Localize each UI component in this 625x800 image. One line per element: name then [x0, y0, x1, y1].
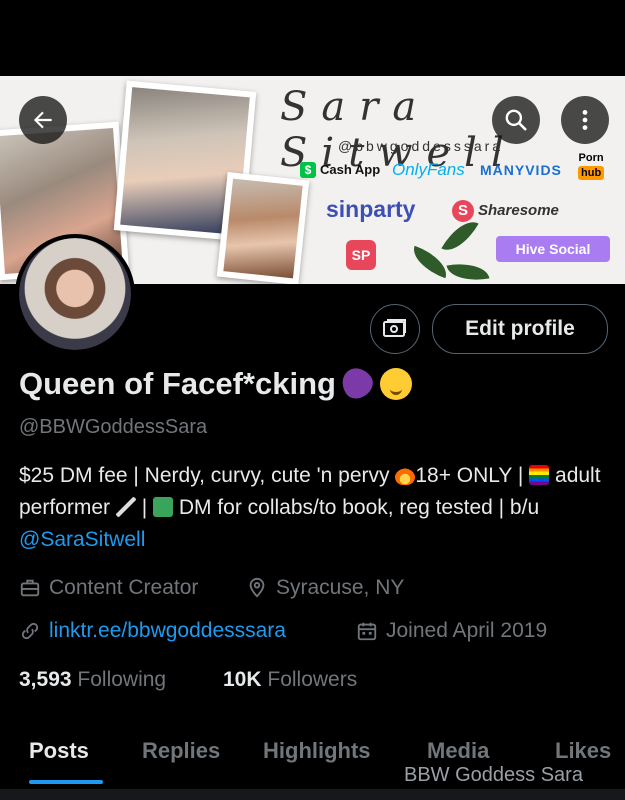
following-link[interactable]: 3,593 Following — [19, 668, 166, 692]
profile-handle: @BBWGoddessSara — [19, 416, 208, 438]
tabs-divider — [0, 789, 625, 800]
following-count: 3,593 — [19, 668, 72, 691]
dollar-banknote-icon — [152, 497, 173, 517]
more-vertical-icon — [582, 110, 588, 130]
hive-social-logo: Hive Social — [496, 236, 610, 262]
tab-highlights[interactable]: Highlights — [263, 738, 371, 764]
onlyfans-logo: OnlyFans — [392, 160, 465, 179]
tab-posts[interactable]: Posts — [29, 738, 89, 764]
tab-replies[interactable]: Replies — [142, 738, 220, 764]
professional-tools-button[interactable] — [370, 304, 420, 354]
money-icon — [383, 319, 406, 337]
eggplant-icon — [336, 362, 378, 404]
more-button[interactable] — [561, 96, 609, 144]
edit-profile-button[interactable]: Edit profile — [432, 304, 608, 354]
manyvids-logo: MANYVIDS — [480, 162, 562, 178]
search-button[interactable] — [492, 96, 540, 144]
tab-media[interactable]: Media — [427, 738, 489, 764]
avatar[interactable] — [15, 234, 135, 354]
active-tab-indicator — [29, 780, 103, 784]
mention-link[interactable]: @SaraSitwell — [19, 528, 145, 551]
briefcase-icon — [20, 579, 40, 597]
pornhub-logo: Porn hub — [578, 152, 605, 180]
watermark: BBW Goddess Sara — [404, 764, 583, 786]
profile-location: Syracuse, NY — [246, 576, 404, 600]
followers-count: 10K — [223, 668, 262, 691]
rainbow-flag-icon — [529, 465, 550, 485]
top-black-bar — [0, 0, 625, 76]
sinparty-logo: sinparty — [326, 196, 416, 222]
calendar-icon — [357, 622, 377, 641]
back-button[interactable] — [19, 96, 67, 144]
profile-link[interactable]: linktr.ee/bbwgoddesssara — [19, 619, 286, 643]
display-name: Queen of Facef*cking — [19, 362, 412, 404]
tab-likes[interactable]: Likes — [555, 738, 611, 764]
banner-photo-3 — [216, 172, 310, 284]
drooling-face-icon — [379, 368, 412, 400]
sharesome-logo: S Sharesome — [452, 200, 559, 222]
banner-handle: @bbwgoddesssara — [338, 138, 504, 154]
sp-logo: SP — [346, 240, 376, 270]
profile-bio: $25 DM fee | Nerdy, curvy, cute 'n pervy… — [19, 464, 601, 551]
search-icon — [505, 109, 527, 131]
leaf-decoration — [446, 258, 490, 284]
profile-category: Content Creator — [19, 576, 198, 600]
arrow-left-icon — [33, 111, 52, 129]
followers-link[interactable]: 10K Followers — [223, 668, 357, 692]
leaf-decoration — [407, 245, 453, 279]
fire-icon — [395, 465, 416, 485]
link-icon — [21, 622, 39, 640]
magic-wand-icon — [115, 497, 136, 517]
location-pin-icon — [249, 577, 265, 598]
cashapp-logo: $ Cash App — [300, 162, 380, 178]
profile-joined: Joined April 2019 — [356, 619, 547, 643]
